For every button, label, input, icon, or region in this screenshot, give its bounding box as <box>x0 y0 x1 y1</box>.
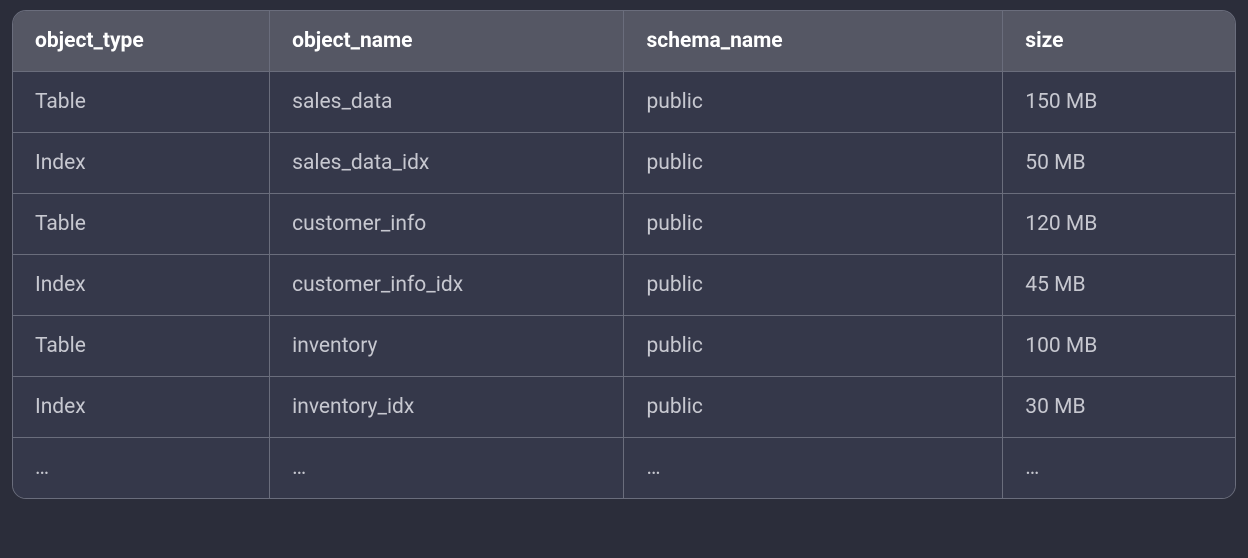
cell-size: 120 MB <box>1003 194 1235 255</box>
table-row: Index sales_data_idx public 50 MB <box>13 133 1235 194</box>
cell-object-name: customer_info <box>270 194 624 255</box>
cell-size: 150 MB <box>1003 72 1235 133</box>
cell-size: 100 MB <box>1003 316 1235 377</box>
cell-schema-name: public <box>624 194 1003 255</box>
cell-ellipsis: … <box>13 438 270 499</box>
cell-schema-name: public <box>624 133 1003 194</box>
table-row-ellipsis: … … … … <box>13 438 1235 499</box>
cell-object-type: Index <box>13 255 270 316</box>
table-header-row: object_type object_name schema_name size <box>13 11 1235 72</box>
table-row: Index customer_info_idx public 45 MB <box>13 255 1235 316</box>
table-row: Table sales_data public 150 MB <box>13 72 1235 133</box>
cell-object-name: customer_info_idx <box>270 255 624 316</box>
header-size[interactable]: size <box>1003 11 1235 72</box>
table-row: Index inventory_idx public 30 MB <box>13 377 1235 438</box>
header-object-type[interactable]: object_type <box>13 11 270 72</box>
table-row: Table inventory public 100 MB <box>13 316 1235 377</box>
header-schema-name[interactable]: schema_name <box>624 11 1003 72</box>
cell-object-type: Table <box>13 316 270 377</box>
cell-size: 45 MB <box>1003 255 1235 316</box>
cell-schema-name: public <box>624 255 1003 316</box>
cell-object-name: sales_data <box>270 72 624 133</box>
db-objects-table-wrapper: object_type object_name schema_name size… <box>12 10 1236 499</box>
cell-object-name: inventory_idx <box>270 377 624 438</box>
cell-schema-name: public <box>624 316 1003 377</box>
cell-size: 50 MB <box>1003 133 1235 194</box>
cell-ellipsis: … <box>270 438 624 499</box>
cell-ellipsis: … <box>1003 438 1235 499</box>
cell-object-type: Table <box>13 72 270 133</box>
cell-ellipsis: … <box>624 438 1003 499</box>
cell-object-name: inventory <box>270 316 624 377</box>
cell-object-type: Index <box>13 133 270 194</box>
table-row: Table customer_info public 120 MB <box>13 194 1235 255</box>
cell-schema-name: public <box>624 377 1003 438</box>
cell-size: 30 MB <box>1003 377 1235 438</box>
header-object-name[interactable]: object_name <box>270 11 624 72</box>
db-objects-table: object_type object_name schema_name size… <box>13 11 1235 498</box>
cell-object-type: Index <box>13 377 270 438</box>
cell-object-name: sales_data_idx <box>270 133 624 194</box>
cell-object-type: Table <box>13 194 270 255</box>
cell-schema-name: public <box>624 72 1003 133</box>
